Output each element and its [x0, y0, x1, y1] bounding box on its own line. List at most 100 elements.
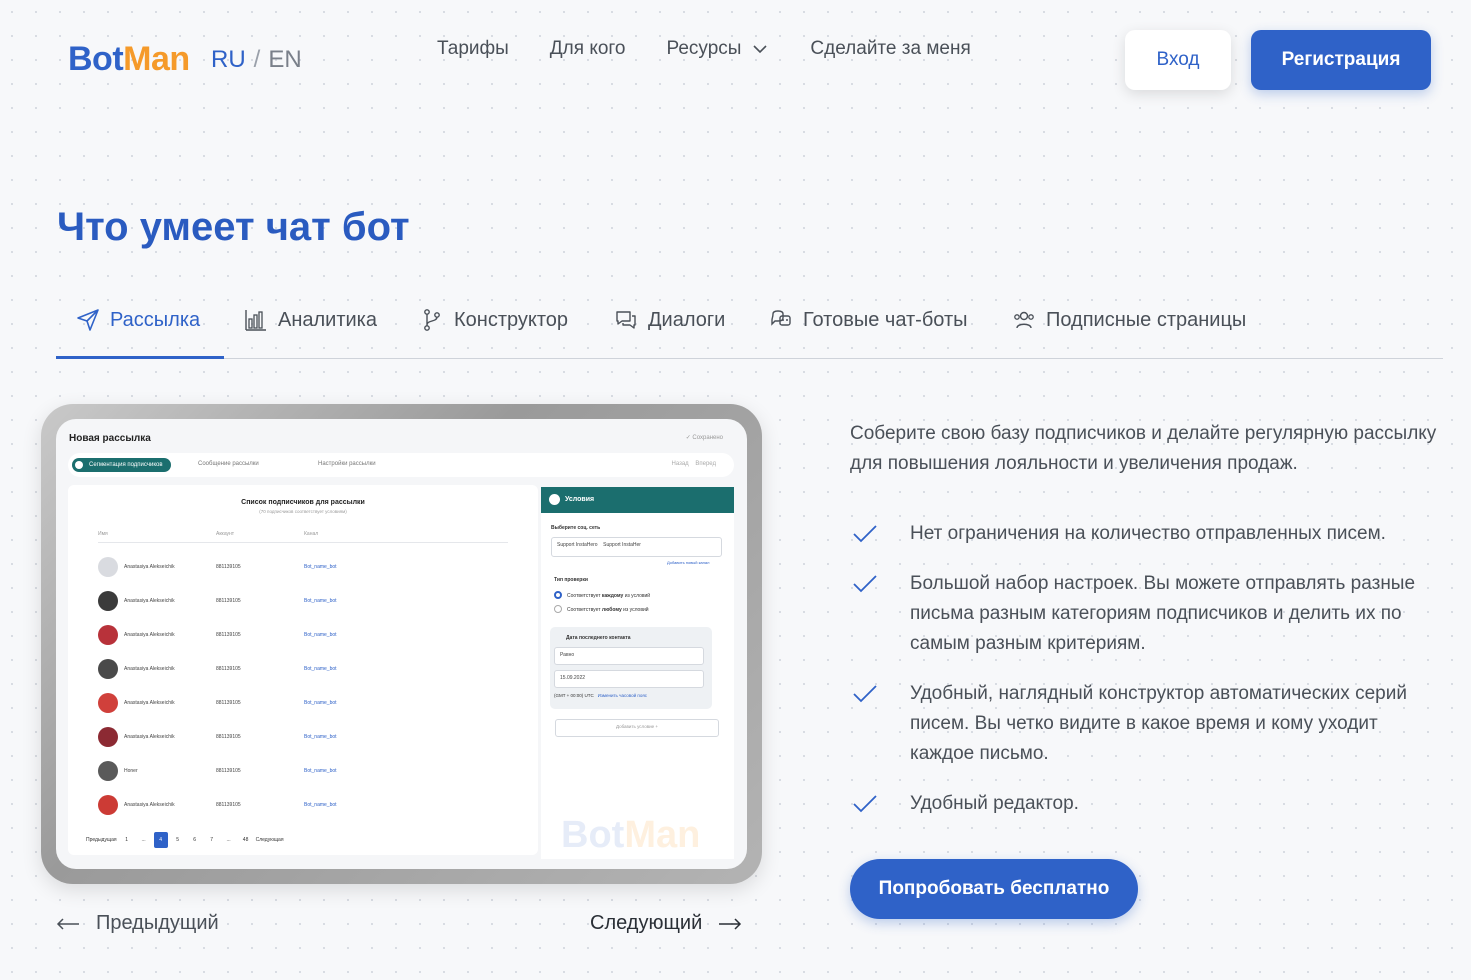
mockup-row-channel: Bot_name_bot	[304, 666, 337, 672]
users-icon	[1014, 311, 1034, 329]
mockup-option-any-bold: любому	[601, 607, 622, 613]
mockup-table-row: Honer 881139105 Bot_name_bot	[98, 761, 508, 781]
mockup-row-account: 881139105	[216, 734, 241, 740]
mockup-timezone-value: (GMT + 00:00) UTC	[554, 693, 594, 698]
avatar	[98, 557, 118, 577]
feature-tabs: Рассылка Аналитика Конструктор Диалоги Г…	[56, 300, 1443, 359]
mockup-pager-item: 5	[176, 837, 179, 843]
feature-item: Нет ограничения на количество отправленн…	[850, 519, 1440, 549]
mockup-watermark-part2: Man	[624, 814, 701, 856]
mockup-pager-item: 6	[193, 837, 196, 843]
mockup-subscriber-list: Список подписчиков для рассылки (70 подп…	[68, 485, 538, 855]
feature-text: Большой набор настроек. Вы можете отправ…	[910, 573, 1416, 654]
next-slide-label: Следующий	[590, 912, 703, 934]
tab-subscribe-pages[interactable]: Подписные страницы	[1012, 308, 1246, 332]
logo[interactable]: BotMan	[68, 40, 190, 79]
mockup-row-name: Anastasiya Alekseichik	[124, 734, 175, 740]
nav-item-audience[interactable]: Для кого	[550, 38, 626, 60]
arrow-right-icon	[719, 917, 742, 930]
avatar	[98, 591, 118, 611]
try-free-button[interactable]: Попробовать бесплатно	[850, 859, 1138, 919]
mockup-option-all: Соответствует каждому из условий	[567, 593, 650, 599]
tab-dialogs[interactable]: Диалоги	[614, 308, 725, 332]
mockup-step-back: Назад	[671, 461, 689, 467]
mockup-pager-item: 48	[242, 837, 249, 843]
mockup-step-nav: Назад Вперед	[671, 461, 716, 467]
mockup-row-channel: Bot_name_bot	[304, 802, 337, 808]
mockup-row-account: 881139105	[216, 802, 241, 808]
send-icon	[77, 309, 99, 331]
mockup-option-any: Соответствует любому из условий	[567, 607, 649, 613]
mockup-row-channel: Bot_name_bot	[304, 734, 337, 740]
mockup-option-any-suffix: из условий	[623, 607, 649, 613]
mockup-pager-item: 1	[125, 837, 128, 843]
mockup-radio-all	[554, 591, 562, 599]
mockup-check-type-label: Тип проверки	[554, 577, 588, 583]
mockup-step-3: Настройки рассылки	[318, 461, 376, 467]
avatar	[98, 795, 118, 815]
mockup-step-1: Сегментация подписчиков	[72, 458, 171, 472]
prev-slide-button[interactable]: Предыдущий	[56, 912, 219, 935]
login-button[interactable]: Вход	[1125, 30, 1231, 90]
tab-mailing[interactable]: Рассылка	[76, 308, 200, 332]
mockup-col-name: Имя	[98, 531, 108, 537]
mockup-row-channel: Bot_name_bot	[304, 632, 337, 638]
mockup-screen: Новая рассылка ✓ Сохранено Сегментация п…	[56, 419, 747, 869]
nav-item-resources[interactable]: Ресурсы	[667, 38, 770, 60]
lang-en[interactable]: EN	[268, 46, 301, 73]
mockup-list-title: Список подписчиков для рассылки	[241, 499, 365, 506]
mockup-row-account: 881139105	[216, 632, 241, 638]
tab-subscribe-pages-label: Подписные страницы	[1046, 308, 1247, 331]
mockup-pager-item: ...	[141, 837, 146, 843]
mockup-row-name: Anastasiya Alekseichik	[124, 598, 175, 604]
mockup-row-name: Anastasiya Alekseichik	[124, 632, 175, 638]
prev-slide-label: Предыдущий	[96, 912, 219, 934]
mockup-saved-status: ✓ Сохранено	[685, 435, 723, 441]
mockup-col-account: Аккаунт	[216, 531, 235, 537]
mockup-step-2: Сообщение рассылки	[198, 461, 259, 467]
nav-item-pricing[interactable]: Тарифы	[437, 38, 509, 60]
mockup-row-name: Anastasiya Alekseichik	[124, 666, 175, 672]
avatar	[98, 625, 118, 645]
mockup-row-channel: Bot_name_bot	[304, 700, 337, 706]
mockup-row-account: 881139105	[216, 564, 241, 570]
register-button[interactable]: Регистрация	[1251, 30, 1431, 90]
next-slide-button[interactable]: Следующий	[590, 912, 742, 935]
chevron-down-icon	[753, 45, 767, 54]
mockup-row-name: Anastasiya Alekseichik	[124, 802, 175, 808]
mockup-row-account: 881139105	[216, 598, 241, 604]
feature-item: Большой набор настроек. Вы можете отправ…	[850, 569, 1440, 659]
active-tab-indicator	[56, 356, 224, 359]
check-icon	[853, 525, 877, 543]
mockup-table-row: Anastasiya Alekseichik 881139105 Bot_name_…	[98, 727, 508, 747]
mockup-timezone: (GMT + 00:00) UTC Изменить часовой пояс	[554, 693, 647, 698]
tab-dialogs-label: Диалоги	[648, 308, 726, 331]
mockup-row-account: 881139105	[216, 768, 241, 774]
nav-item-done-for-me[interactable]: Сделайте за меня	[810, 38, 970, 60]
bot-icon	[771, 310, 791, 326]
logo-part1: Bot	[68, 40, 124, 78]
mockup-option-any-prefix: Соответствует	[567, 607, 601, 613]
tab-ready-bots[interactable]: Готовые чат-боты	[769, 308, 968, 332]
tab-builder[interactable]: Конструктор	[420, 308, 568, 332]
mockup-list-subtitle: (70 подписчиков соответствует условиям)	[259, 509, 347, 514]
branch-icon	[424, 309, 440, 331]
mockup-table-row: Anastasiya Alekseichik 881139105 Bot_name_…	[98, 625, 508, 645]
feature-item: Удобный, наглядный конструктор автоматич…	[850, 679, 1440, 769]
mockup-operator-select: Равно	[554, 647, 704, 665]
mockup-filter-card: Дата последнего контакта Равно 15.09.202…	[550, 627, 712, 709]
lang-ru[interactable]: RU	[211, 46, 246, 73]
check-icon	[853, 795, 877, 813]
mockup-conditions-panel: Условия Выберите соц. сеть Support Insta…	[541, 487, 734, 859]
mockup-row-account: 881139105	[216, 666, 241, 672]
mockup-add-condition: Добавить условие +	[555, 719, 719, 737]
nav-item-resources-label: Ресурсы	[666, 38, 742, 59]
feature-intro: Соберите свою базу подписчиков и делайте…	[850, 423, 1437, 474]
mockup-pager-item: ...	[226, 837, 231, 843]
tab-analytics[interactable]: Аналитика	[244, 308, 377, 332]
mockup-row-channel: Bot_name_bot	[304, 564, 337, 570]
feature-item: Удобный редактор.	[850, 789, 1440, 819]
mockup-watermark: BotMan	[561, 814, 700, 857]
mockup-pager: Предыдущая 1 ... 4 5 6 7 ... 48 Следующа…	[86, 832, 284, 848]
arrow-left-icon	[56, 917, 79, 930]
